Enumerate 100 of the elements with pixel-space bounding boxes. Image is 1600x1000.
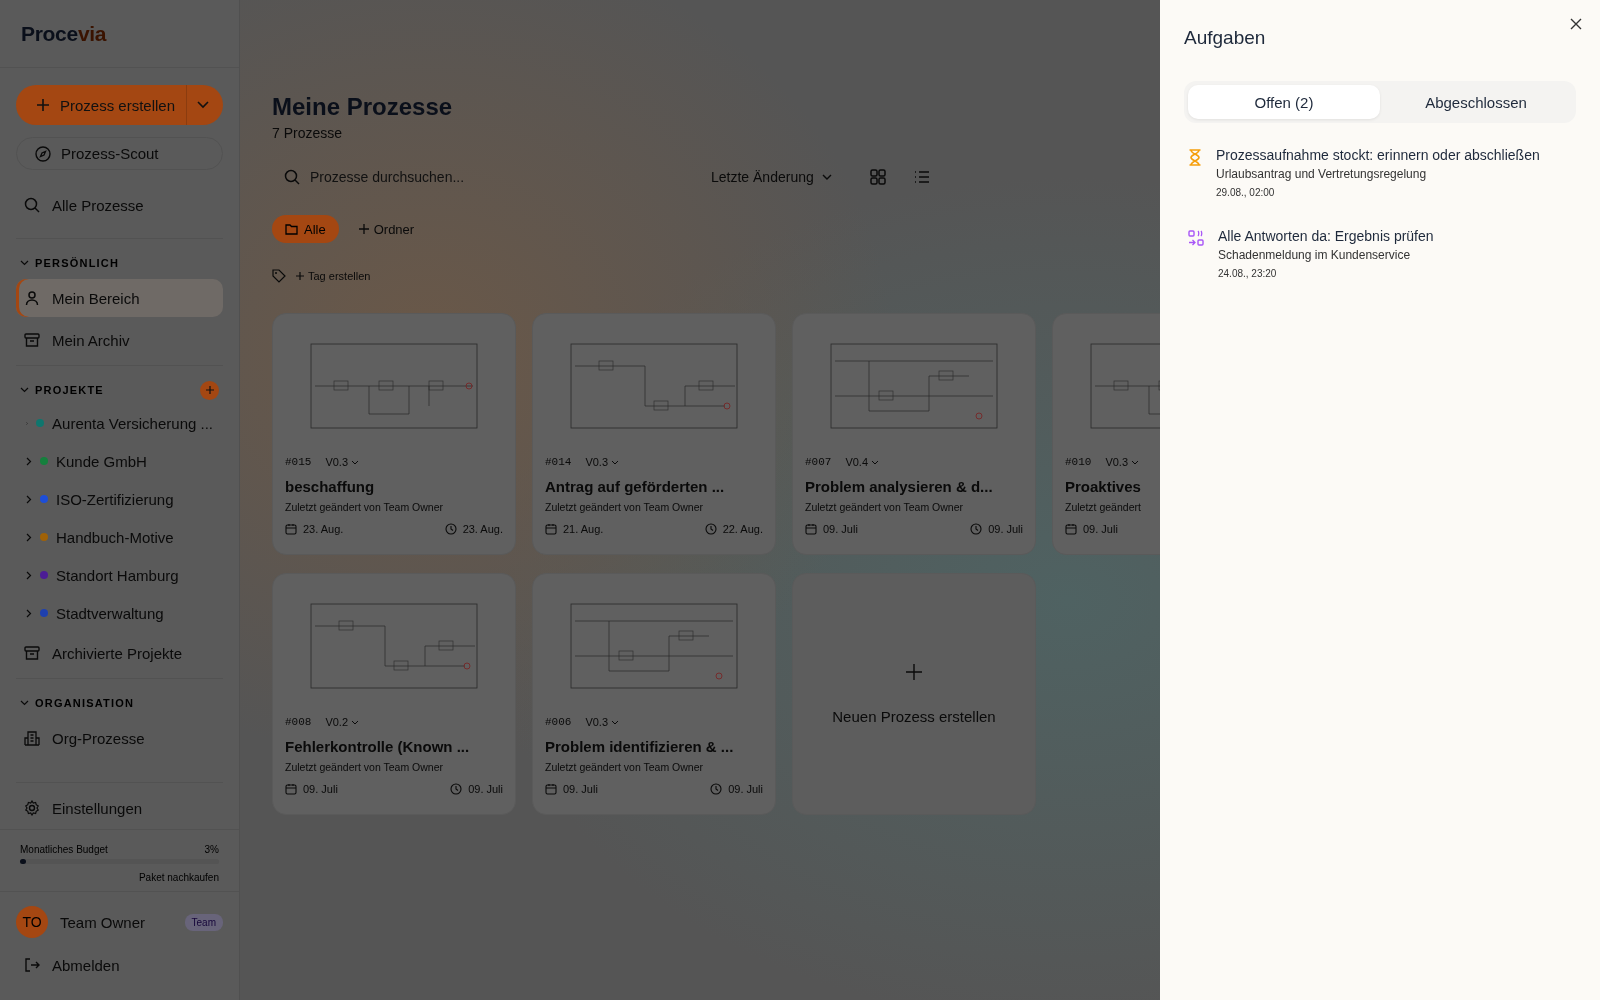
chevron-down-icon (611, 459, 620, 465)
nav-label: Mein Bereich (52, 289, 140, 307)
project-item[interactable]: Aurenta Versicherung ... (16, 404, 223, 442)
process-card[interactable]: #006 V0.3 Problem identifizieren & ... Zuletzt geändert von Team Owner 09. Juli 09. Juli (532, 573, 776, 815)
created-date: 09. Juli (303, 783, 338, 795)
grid-view-icon[interactable] (869, 169, 886, 185)
process-card[interactable]: #010 V0.3 Proaktives Zuletzt geändert 09. Juli (1052, 313, 1160, 555)
avatar[interactable]: TO (16, 906, 48, 938)
project-label: Kunde GmbH (56, 452, 147, 470)
version-dropdown[interactable]: V0.4 (845, 456, 880, 468)
nav-item[interactable]: Archivierte Projekte (16, 634, 223, 672)
project-item[interactable]: Handbuch-Motive (16, 518, 223, 556)
chevron-down-icon[interactable] (20, 700, 29, 706)
add-folder-button[interactable]: Ordner (350, 221, 423, 237)
version-dropdown[interactable]: V0.2 (325, 716, 360, 728)
calendar-icon (285, 783, 297, 795)
process-card[interactable]: #014 V0.3 Antrag auf geförderten ... Zuletzt geändert von Team Owner 21. Aug. 22. Aug. (532, 313, 776, 555)
hourglass-icon (1188, 149, 1202, 166)
process-subtitle: Zuletzt geändert von Team Owner (545, 501, 703, 513)
logout-item[interactable]: Abmelden (16, 946, 223, 984)
nav-item[interactable]: Mein Bereich (16, 279, 223, 317)
chevron-right-icon (26, 456, 32, 466)
add-project-button[interactable] (200, 380, 219, 400)
chevron-down-icon (611, 719, 620, 725)
process-card[interactable]: #007 V0.4 Problem analysieren & d... Zuletzt geändert von Team Owner 09. Juli 09. Juli (792, 313, 1036, 555)
task-time: 24.08., 23:20 (1218, 268, 1278, 279)
caret-icon[interactable] (197, 101, 209, 109)
version-dropdown[interactable]: V0.3 (325, 456, 360, 468)
process-subtitle: Zuletzt geändert von Team Owner (805, 501, 963, 513)
compass-icon (35, 145, 51, 162)
user-icon (24, 290, 40, 306)
nav-item[interactable]: Einstellungen (16, 789, 223, 827)
process-card[interactable]: #015 V0.3 beschaffung Zuletzt geändert von Team Owner 23. Aug. 23. Aug. (272, 313, 516, 555)
tab[interactable]: Offen (2) (1188, 85, 1380, 119)
process-subtitle: Zuletzt geändert von Team Owner (285, 761, 443, 773)
list-view-icon[interactable] (913, 169, 930, 185)
project-item[interactable]: Stadtverwaltung (16, 594, 223, 632)
add-tag-button[interactable]: Tag erstellen (296, 270, 371, 282)
tag-icon (272, 269, 286, 283)
plus-icon (205, 386, 214, 394)
nav-item[interactable]: Org-Prozesse (16, 719, 223, 757)
create-process-label: Prozess erstellen (60, 96, 176, 114)
budget-reading: 3% (204, 844, 219, 855)
logout-icon (24, 957, 40, 973)
process-subtitle: Zuletzt geändert von Team Owner (545, 761, 703, 773)
new-process-label: Neuen Prozess erstellen (832, 707, 996, 725)
user-name: Team Owner (60, 913, 147, 931)
version-dropdown[interactable]: V0.3 (585, 716, 620, 728)
process-title: Proaktives (1065, 478, 1141, 495)
task-item[interactable]: Alle Antworten da: Ergebnis prüfen Schadenmeldung im Kundenservice 24.08., 23:20 (1184, 204, 1576, 285)
nav-label: Einstellungen (52, 799, 143, 817)
create-process-button[interactable]: Prozess erstellen (16, 85, 223, 125)
nav-label: Mein Archiv (52, 331, 130, 349)
created-date: 09. Juli (563, 783, 598, 795)
search-field[interactable]: Prozesse durchsuchen... (308, 168, 669, 186)
nav-item[interactable]: Alle Prozesse (16, 186, 223, 224)
project-item[interactable]: ISO-Zertifizierung (16, 480, 223, 518)
project-label: Handbuch-Motive (56, 528, 174, 546)
clock-icon (970, 523, 983, 535)
chevron-right-icon (26, 532, 32, 542)
logo: Procevia (20, 21, 108, 47)
process-card[interactable]: #008 V0.2 Fehlerkontrolle (Known ... Zuletzt geändert von Team Owner 09. Juli 09. Juli (272, 573, 516, 815)
chevron-down-icon[interactable] (20, 387, 29, 393)
chevron-right-icon (26, 494, 32, 504)
calendar-icon (1065, 523, 1077, 535)
modified-date: 09. Juli (468, 783, 503, 795)
process-count: 7 Prozesse (272, 125, 343, 141)
version-dropdown[interactable]: V0.3 (1105, 456, 1140, 468)
nav-label: Abmelden (52, 956, 120, 974)
archive-icon (24, 645, 40, 661)
process-subtitle: Zuletzt geändert (1065, 501, 1141, 513)
folder-chip[interactable]: Alle (272, 215, 339, 243)
sort-dropdown[interactable]: Letzte Änderung (693, 169, 850, 185)
search-icon (24, 197, 40, 213)
task-time: 29.08., 02:00 (1216, 187, 1276, 198)
modified-date: 09. Juli (728, 783, 763, 795)
version-dropdown[interactable]: V0.3 (585, 456, 620, 468)
modified-date: 22. Aug. (722, 523, 763, 535)
section-title: PERSÖNLICH (35, 257, 121, 269)
project-item[interactable]: Standort Hamburg (16, 556, 223, 594)
process-id: #015 (285, 456, 312, 468)
chevron-down-icon (351, 459, 360, 465)
search-icon (284, 169, 300, 185)
new-process-card[interactable]: Neuen Prozess erstellen (792, 573, 1036, 815)
task-process: Urlaubsantrag und Vertretungsregelung (1216, 167, 1428, 181)
tab[interactable]: Abgeschlossen (1380, 85, 1572, 119)
compare-icon (1188, 230, 1204, 246)
project-label: ISO-Zertifizierung (56, 490, 174, 508)
chevron-down-icon[interactable] (20, 260, 29, 266)
created-date: 09. Juli (1083, 523, 1118, 535)
close-icon[interactable] (1570, 18, 1582, 30)
task-title: Alle Antworten da: Ergebnis prüfen (1218, 228, 1434, 244)
buy-package-link[interactable]: Paket nachkaufen (138, 872, 219, 883)
task-item[interactable]: Prozessaufnahme stockt: erinnern oder abschließen Urlaubsantrag und Vertretungsregelung 29.08., 02:00 (1184, 123, 1576, 204)
folder-icon (285, 223, 298, 235)
modified-date: 09. Juli (988, 523, 1023, 535)
project-label: Standort Hamburg (56, 566, 179, 584)
process-title: beschaffung (285, 478, 375, 495)
project-item[interactable]: Kunde GmbH (16, 442, 223, 480)
nav-item[interactable]: Mein Archiv (16, 321, 223, 359)
